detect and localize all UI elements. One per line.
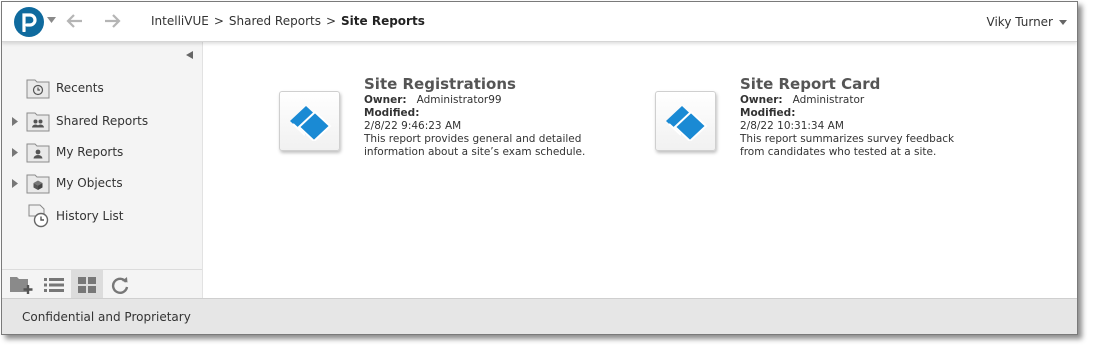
report-title[interactable]: Site Registrations <box>364 74 634 94</box>
back-arrow-icon[interactable] <box>66 12 84 30</box>
pearson-logo-icon[interactable] <box>14 7 44 37</box>
breadcrumb-separator: > <box>213 14 224 28</box>
sidebar-item-label: My Reports <box>56 145 124 159</box>
report-owner: Owner: Administrator <box>740 94 1010 107</box>
footer-text: Confidential and Proprietary <box>22 309 191 324</box>
breadcrumb: IntelliVUE > Shared Reports > Site Repor… <box>151 14 425 28</box>
sidebar-item-recents[interactable]: Recents <box>2 75 202 101</box>
user-menu-caret-icon <box>1059 19 1067 25</box>
report-details: Site Registrations Owner: Administrator9… <box>364 74 634 159</box>
new-folder-icon <box>10 276 33 294</box>
refresh-icon <box>111 276 129 294</box>
sidebar-toolbar <box>2 269 202 299</box>
expand-arrow-icon[interactable] <box>12 147 18 157</box>
main-content: Site Registrations Owner: Administrator9… <box>203 42 1077 299</box>
collapse-sidebar-icon[interactable] <box>186 51 193 59</box>
owner-label: Owner: <box>740 94 783 106</box>
report-modified-label: Modified: <box>740 107 1010 120</box>
sidebar-item-label: History List <box>56 209 124 223</box>
top-bar: IntelliVUE > Shared Reports > Site Repor… <box>2 2 1077 42</box>
report-book-icon <box>289 106 331 141</box>
my-objects-folder-icon <box>26 174 50 194</box>
user-menu[interactable]: Viky Turner <box>987 15 1067 29</box>
owner-label: Owner: <box>364 94 407 106</box>
report-title[interactable]: Site Report Card <box>740 74 1010 94</box>
refresh-button[interactable] <box>104 270 136 299</box>
sidebar-item-my-objects[interactable]: My Objects <box>2 170 202 196</box>
my-reports-folder-icon <box>26 143 50 163</box>
report-modified-value: 2/8/22 9:46:23 AM <box>364 120 462 132</box>
report-description: This report summarizes survey feedback f… <box>740 133 955 158</box>
owner-value: Administrator <box>792 94 865 106</box>
app-window: IntelliVUE > Shared Reports > Site Repor… <box>1 1 1078 335</box>
grid-view-button[interactable] <box>71 270 103 299</box>
breadcrumb-item-current: Site Reports <box>341 14 425 28</box>
footer: Confidential and Proprietary <box>2 298 1077 334</box>
forward-arrow-icon[interactable] <box>103 12 121 30</box>
sidebar: Recents Shared Reports My Reports My Obj… <box>2 42 203 299</box>
logo-dropdown-caret-icon[interactable] <box>47 17 56 23</box>
report-thumbnail[interactable] <box>279 91 340 151</box>
user-name: Viky Turner <box>986 15 1053 29</box>
modified-label: Modified: <box>364 107 420 119</box>
grid-view-icon <box>78 276 96 293</box>
list-view-button[interactable] <box>38 270 70 299</box>
expand-arrow-icon[interactable] <box>12 178 18 188</box>
modified-label: Modified: <box>740 107 796 119</box>
breadcrumb-separator: > <box>325 14 337 28</box>
report-details: Site Report Card Owner: Administrator Mo… <box>740 74 1010 159</box>
breadcrumb-item-intellivue[interactable]: IntelliVUE <box>151 14 209 28</box>
expand-arrow-icon[interactable] <box>12 116 18 126</box>
sidebar-item-shared-reports[interactable]: Shared Reports <box>2 108 202 134</box>
report-book-icon <box>665 106 707 141</box>
report-modified-value: 2/8/22 10:31:34 AM <box>740 120 844 132</box>
new-folder-button[interactable] <box>5 270 37 299</box>
report-modified-label: Modified: <box>364 107 634 120</box>
sidebar-item-label: Shared Reports <box>56 114 149 128</box>
breadcrumb-item-shared-reports[interactable]: Shared Reports <box>229 14 321 28</box>
sidebar-item-my-reports[interactable]: My Reports <box>2 139 202 165</box>
report-thumbnail[interactable] <box>655 91 716 151</box>
report-owner: Owner: Administrator99 <box>364 94 634 107</box>
shared-folder-icon <box>26 112 50 132</box>
report-description: This report provides general and detaile… <box>364 133 586 158</box>
list-view-icon <box>44 277 64 292</box>
history-list-icon <box>28 204 49 228</box>
sidebar-item-label: My Objects <box>56 176 123 190</box>
owner-value: Administrator99 <box>416 94 502 106</box>
sidebar-item-label: Recents <box>56 81 104 95</box>
recents-folder-icon <box>26 79 50 99</box>
sidebar-item-history-list[interactable]: History List <box>2 203 202 229</box>
